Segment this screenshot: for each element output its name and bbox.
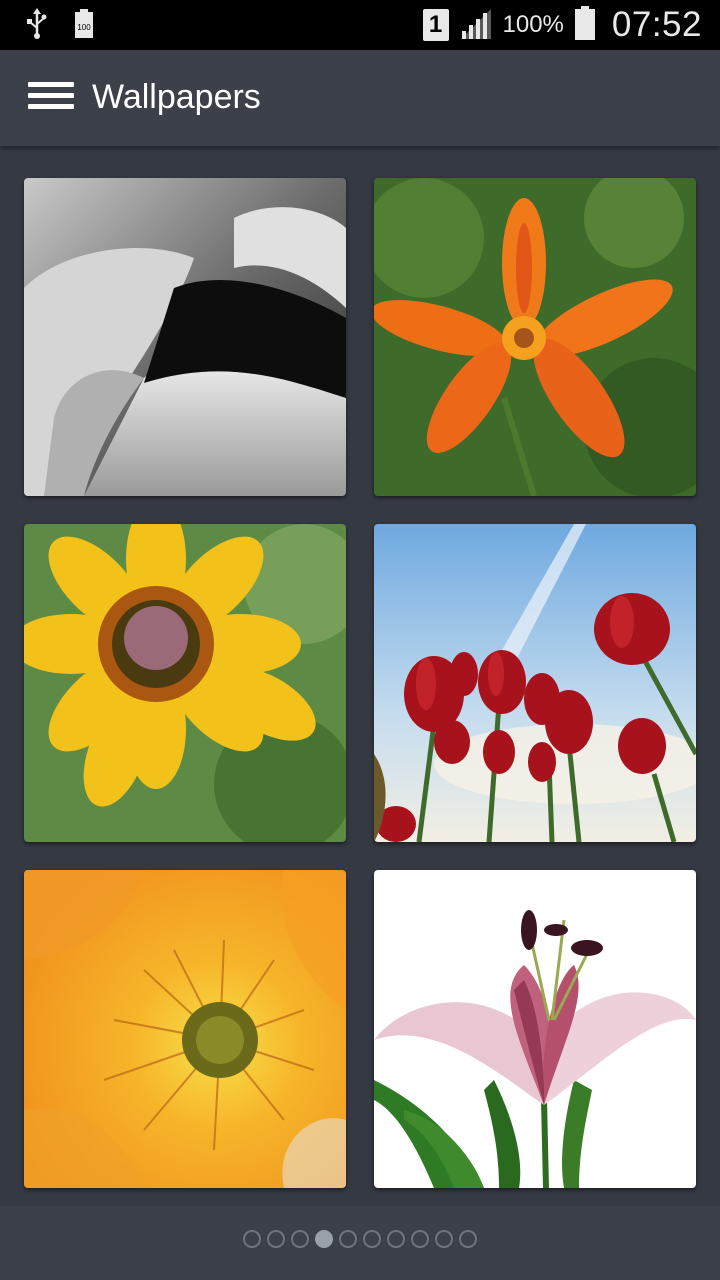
page-dot[interactable] — [363, 1230, 381, 1248]
page-dot[interactable] — [291, 1230, 309, 1248]
page-dot[interactable] — [435, 1230, 453, 1248]
page-dot[interactable] — [339, 1230, 357, 1248]
battery-full-small-icon: 100 — [74, 9, 94, 44]
wallpaper-thumbnail[interactable] — [374, 870, 696, 1188]
wallpaper-thumbnail[interactable] — [374, 524, 696, 842]
battery-icon — [574, 5, 596, 45]
wallpaper-grid — [0, 146, 720, 1206]
sim-icon: 1 — [422, 9, 449, 41]
status-left-icons: 100 — [26, 8, 94, 45]
usb-icon — [26, 8, 48, 45]
page-indicator — [0, 1230, 720, 1252]
page-dot[interactable] — [243, 1230, 261, 1248]
wallpaper-thumbnail[interactable] — [24, 524, 346, 842]
app-title: Wallpapers — [92, 78, 261, 116]
page-dot[interactable] — [315, 1230, 333, 1248]
battery-percent: 100% — [502, 11, 564, 38]
page-dot[interactable] — [387, 1230, 405, 1248]
page-dot[interactable] — [411, 1230, 429, 1248]
signal-icon — [459, 7, 493, 44]
clock: 07:52 — [611, 5, 702, 44]
hamburger-menu-icon[interactable] — [28, 82, 74, 114]
status-right-icons: 1 100% 07:52 — [422, 0, 702, 50]
svg-text:100: 100 — [77, 23, 91, 32]
wallpaper-thumbnail[interactable] — [24, 870, 346, 1188]
page-dot[interactable] — [267, 1230, 285, 1248]
app-bar: Wallpapers — [0, 50, 720, 146]
wallpaper-thumbnail[interactable] — [374, 178, 696, 496]
wallpaper-thumbnail[interactable] — [24, 178, 346, 496]
page-dot[interactable] — [459, 1230, 477, 1248]
status-bar: 100 1 100% 07:52 — [0, 0, 720, 50]
